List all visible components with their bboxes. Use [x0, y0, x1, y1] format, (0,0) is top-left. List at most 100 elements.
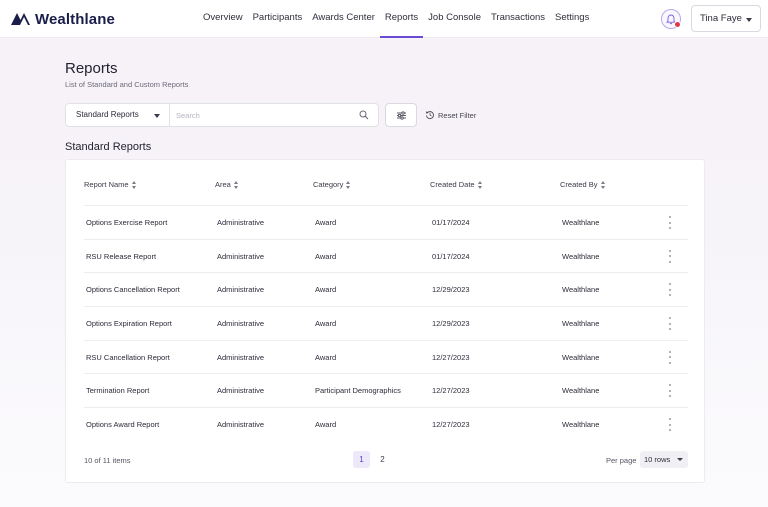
table-cell-created-by: Wealthlane — [562, 319, 600, 329]
section-title: Standard Reports — [65, 141, 152, 153]
table-row[interactable]: Options Award Report Administrative Award 1… — [84, 407, 688, 441]
table-cell-report-name: Options Expiration Report — [86, 319, 172, 329]
table-cell-area: Administrative — [217, 218, 265, 227]
notification-badge — [674, 21, 681, 28]
more-options-icon[interactable] — [667, 283, 673, 297]
reset-icon — [425, 111, 434, 120]
column-header-label: Area — [215, 180, 231, 189]
table-cell-category: Participant Demographics — [315, 386, 401, 396]
filter-settings-button[interactable] — [385, 103, 417, 127]
table-cell-created-by: Wealthlane — [562, 352, 600, 362]
column-header-label: Created Date — [430, 180, 475, 189]
chevron-down-icon — [154, 114, 160, 118]
search-input[interactable] — [176, 107, 346, 124]
more-options-icon[interactable] — [667, 249, 673, 263]
per-page-value: 10 rows — [644, 455, 671, 464]
reset-filter-label: Reset Filter — [438, 110, 477, 120]
nav-item-participants[interactable]: Participants — [248, 0, 308, 38]
table-cell-report-name: Options Award Report — [86, 420, 160, 430]
page-title: Reports — [65, 60, 118, 77]
table-cell-report-name: Termination Report — [86, 386, 150, 396]
more-options-icon[interactable] — [667, 384, 673, 398]
more-options-icon[interactable] — [667, 317, 673, 331]
table-row[interactable]: Options Exercise Report Administrative Awa… — [84, 205, 688, 239]
dot — [669, 356, 671, 359]
chevron-down-icon — [677, 458, 683, 461]
table-cell-area: Administrative — [217, 352, 265, 362]
table-cell-area: Administrative — [217, 386, 265, 396]
page-button-2[interactable]: 2 — [374, 451, 391, 468]
nav-item-settings[interactable]: Settings — [550, 0, 594, 38]
user-menu-button[interactable]: Tina Faye — [691, 5, 761, 32]
search-icon[interactable] — [359, 110, 369, 120]
table-cell-category: Award — [315, 285, 337, 295]
table-cell-report-name: Options Cancellation Report — [86, 285, 180, 295]
reports-table-card: Report Name Area Category Created Date Creat… — [65, 159, 705, 483]
nav-item-overview[interactable]: Overview — [203, 0, 248, 38]
column-header-created-date[interactable]: Created Date — [430, 180, 483, 189]
table-cell-created-date: 12/27/2023 — [432, 386, 470, 396]
column-header-category[interactable]: Category — [313, 180, 351, 189]
table-cell-area: Administrative — [217, 319, 265, 329]
table-cell-category: Award — [315, 352, 337, 362]
dot — [669, 260, 671, 263]
more-options-icon[interactable] — [667, 418, 673, 432]
column-header-label: Report Name — [84, 180, 129, 189]
table-cell-created-by: Wealthlane — [562, 218, 600, 227]
table-row[interactable]: RSU Cancellation Report Administrative Awa… — [84, 339, 688, 374]
table-row[interactable]: Options Expiration Report Administrative A… — [84, 306, 688, 340]
column-header-label: Created By — [560, 180, 598, 189]
dot — [669, 395, 671, 398]
nav-item-transactions[interactable]: Transactions — [486, 0, 550, 38]
table-cell-report-name: RSU Cancellation Report — [86, 352, 170, 362]
table-cell-report-name: Options Exercise Report — [86, 218, 168, 227]
dot — [669, 322, 671, 325]
dot — [669, 429, 671, 432]
column-header-area[interactable]: Area — [215, 180, 239, 189]
more-options-icon[interactable] — [667, 350, 673, 364]
dot — [669, 249, 671, 252]
page-button-1[interactable]: 1 — [353, 451, 370, 468]
table-cell-created-by: Wealthlane — [562, 251, 600, 261]
brand-logo[interactable]: Wealthlane — [11, 9, 115, 29]
items-count: 10 of 11 items — [84, 456, 131, 465]
user-name: Tina Faye — [700, 13, 742, 24]
nav-item-reports[interactable]: Reports — [379, 0, 424, 38]
per-page-label: Per page — [606, 456, 637, 465]
dot — [669, 361, 671, 364]
column-header-created-by[interactable]: Created By — [560, 180, 606, 189]
report-type-value: Standard Reports — [76, 110, 139, 119]
table-cell-created-by: Wealthlane — [562, 386, 600, 396]
table-row[interactable]: Options Cancellation Report Administrativ… — [84, 272, 688, 306]
nav-item-awards-center[interactable]: Awards Center — [307, 0, 380, 38]
table-cell-category: Award — [315, 319, 337, 329]
dot — [669, 294, 671, 297]
report-type-select[interactable]: Standard Reports — [65, 103, 170, 127]
table-row[interactable]: Termination Report Administrative Particip… — [84, 373, 688, 407]
table-cell-area: Administrative — [217, 285, 265, 295]
notifications-button[interactable] — [661, 9, 681, 29]
sort-icon — [233, 180, 239, 189]
wealthlane-logo-icon — [11, 13, 30, 25]
more-options-icon[interactable] — [667, 216, 673, 229]
dot — [669, 227, 671, 229]
dot — [669, 418, 671, 421]
dot — [669, 423, 671, 426]
dot — [669, 328, 671, 331]
brand-name: Wealthlane — [35, 10, 115, 28]
chevron-down-icon — [746, 18, 752, 22]
sort-icon — [131, 180, 137, 189]
sort-icon — [477, 180, 483, 189]
table-cell-created-date: 12/27/2023 — [432, 352, 470, 362]
page-subtitle: List of Standard and Custom Reports — [65, 80, 189, 89]
top-navigation-bar: Wealthlane Overview Participants Awards Ce… — [0, 0, 768, 38]
table-cell-created-by: Wealthlane — [562, 420, 600, 430]
column-header-report-name[interactable]: Report Name — [84, 180, 137, 189]
sort-icon — [600, 180, 606, 189]
search-box — [170, 103, 379, 127]
table-cell-category: Award — [315, 251, 337, 261]
table-row[interactable]: RSU Release Report Administrative Award 01/… — [84, 238, 688, 273]
reset-filter-button[interactable]: Reset Filter — [425, 108, 476, 122]
per-page-select[interactable]: 10 rows — [640, 451, 688, 468]
nav-item-job-console[interactable]: Job Console — [423, 0, 486, 38]
